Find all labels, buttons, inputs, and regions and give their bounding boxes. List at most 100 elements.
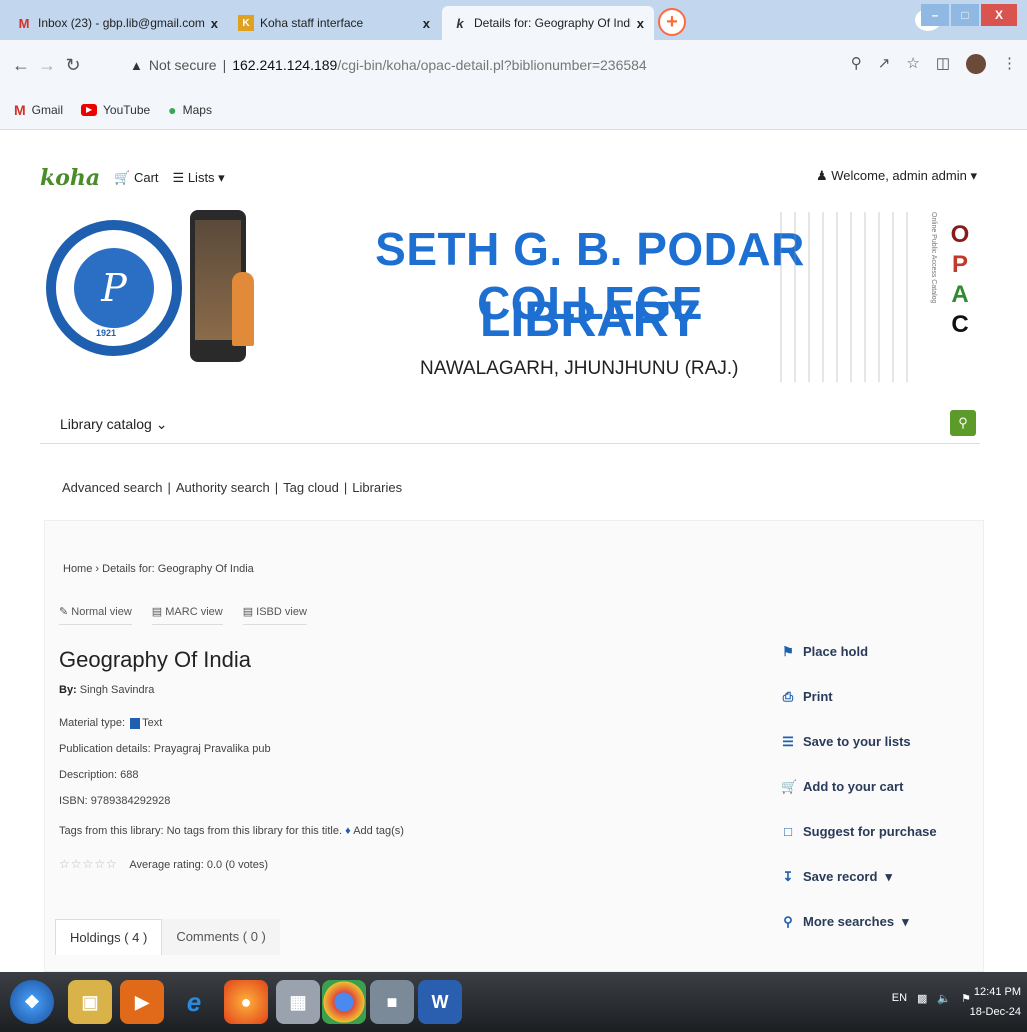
save-to-lists-button[interactable]: ☰ Save to your lists — [781, 719, 971, 764]
menu-icon[interactable]: ⋮ — [1002, 54, 1017, 74]
sidepanel-icon[interactable]: ◫ — [936, 54, 950, 74]
maximize-button[interactable]: □ — [951, 4, 979, 26]
libraries-link[interactable]: Libraries — [352, 480, 402, 495]
word-icon[interactable]: W — [418, 980, 462, 1024]
close-tab-icon[interactable]: x — [211, 16, 218, 31]
firefox-icon[interactable]: ● — [224, 980, 268, 1024]
action-label: More searches — [803, 914, 895, 929]
cart-link[interactable]: 🛒 Cart — [114, 170, 158, 186]
welcome-user-menu[interactable]: ♟ Welcome, admin admin ▾ — [816, 168, 977, 184]
material-type-line: Material type: Text — [59, 717, 162, 729]
advanced-search-link[interactable]: Advanced search — [62, 480, 162, 495]
add-to-cart-button[interactable]: 🛒 Add to your cart — [781, 764, 971, 809]
forward-icon[interactable]: → — [34, 55, 60, 76]
save-record-dropdown[interactable]: ↧ Save record ▾ — [781, 854, 971, 899]
action-label: Suggest for purchase — [803, 824, 937, 839]
action-label: Place hold — [803, 644, 869, 659]
tab-label: Details for: Geography Of India — [474, 16, 631, 30]
bookmark-youtube[interactable]: ▶ YouTube — [81, 103, 150, 117]
bookmark-label: Maps — [182, 102, 212, 117]
media-player-icon[interactable]: ▶ — [120, 980, 164, 1024]
publication-value[interactable]: Prayagraj Pravalika pub — [154, 743, 271, 755]
suggest-purchase-button[interactable]: □ Suggest for purchase — [781, 809, 971, 854]
cart-icon: 🛒 — [781, 778, 798, 794]
isbn-label: ISBN: — [59, 795, 88, 807]
internet-explorer-icon[interactable]: e — [172, 980, 216, 1024]
koha-logo[interactable]: koha — [40, 165, 100, 191]
description-line: Description: 688 — [59, 769, 139, 781]
url-path: /cgi-bin/koha/opac-detail.pl?biblionumbe… — [337, 57, 647, 73]
close-window-button[interactable]: X — [981, 4, 1017, 26]
tags-label: Tags from this library: — [59, 825, 164, 837]
search-links: Advanced search | Authority search | Tag clo… — [62, 480, 403, 495]
system-clock[interactable]: 12:41 PM 18-Dec-24 — [970, 982, 1021, 1022]
warning-icon: ▲ — [130, 57, 143, 73]
tag-icon: ♦ — [345, 825, 351, 837]
rating-stars[interactable]: ☆☆☆☆☆ — [59, 857, 118, 871]
language-indicator[interactable]: EN — [892, 992, 907, 1005]
print-icon: ⎙ — [782, 688, 794, 704]
download-icon: ↧ — [782, 868, 794, 884]
map-pin-icon: ● — [168, 101, 177, 118]
tab-gmail[interactable]: M Inbox (23) - gbp.lib@gmail.com x — [6, 6, 228, 40]
tab-label: Inbox (23) - gbp.lib@gmail.com — [38, 16, 205, 30]
bookmark-maps[interactable]: ● Maps — [168, 102, 212, 118]
opac-letters: O P A C — [948, 220, 972, 340]
back-icon[interactable]: ← — [8, 55, 34, 76]
tags-value: No tags from this library for this title… — [166, 825, 343, 837]
profile-avatar[interactable] — [966, 54, 986, 74]
close-tab-icon[interactable]: x — [423, 16, 430, 31]
clock-date: 18-Dec-24 — [969, 1006, 1021, 1018]
opac-letter-o: O — [950, 221, 970, 248]
book-icon — [130, 717, 141, 729]
add-tags-link[interactable]: Add tag(s) — [353, 825, 404, 837]
tab-details[interactable]: k Details for: Geography Of India x — [442, 6, 654, 40]
marc-view-link[interactable]: ▤ MARC view — [151, 605, 223, 625]
bookmark-gmail[interactable]: M Gmail — [14, 102, 63, 118]
reload-icon[interactable]: ↻ — [60, 55, 86, 76]
zoom-icon[interactable]: ⚲ — [851, 54, 862, 74]
new-tab-button[interactable]: + — [658, 8, 686, 36]
rating-text: Average rating: 0.0 (0 votes) — [129, 859, 269, 871]
volume-icon[interactable]: 🔈 — [937, 992, 951, 1005]
close-tab-icon[interactable]: x — [637, 16, 644, 31]
share-icon[interactable]: ↗ — [878, 54, 891, 74]
more-searches-dropdown[interactable]: ⚲ More searches ▾ — [781, 899, 971, 944]
minimize-button[interactable]: – — [921, 4, 949, 26]
opac-letter-p: P — [951, 251, 968, 278]
library-banner: P 1921 SETH G. B. PODAR COLLEGE LIBRARY … — [40, 202, 990, 402]
seal-year: 1921 — [96, 328, 117, 338]
system-tray: EN ▩ 🔈 ⚑ — [892, 992, 971, 1005]
author-link[interactable]: Singh Savindra — [80, 684, 155, 696]
snipping-tool-icon[interactable]: ■ — [370, 980, 414, 1024]
catalog-select[interactable]: Library catalog ⌄ — [60, 416, 167, 433]
authority-search-link[interactable]: Authority search — [176, 480, 270, 495]
tab-koha-staff[interactable]: K Koha staff interface x — [228, 6, 440, 40]
browser-tools: ⚲ ↗ ☆ ◫ ⋮ — [851, 54, 1017, 74]
opac-letter-c: C — [951, 311, 969, 338]
lists-menu[interactable]: ☰ Lists ▾ — [173, 170, 225, 186]
isbd-view-link[interactable]: ▤ ISBD view — [242, 605, 307, 625]
opac-page: koha 🛒 Cart ☰ Lists ▾ ♟ Welcome, admin a… — [0, 130, 1027, 972]
start-button[interactable]: ❖ — [10, 980, 54, 1024]
tab-holdings[interactable]: Holdings ( 4 ) — [55, 919, 163, 955]
action-label: Add to your cart — [803, 779, 904, 794]
print-button[interactable]: ⎙ Print — [781, 674, 971, 719]
tab-comments[interactable]: Comments ( 0 ) — [162, 919, 280, 955]
search-icon: ⚲ — [958, 415, 968, 430]
tag-cloud-link[interactable]: Tag cloud — [283, 480, 339, 495]
calculator-icon[interactable]: ▦ — [276, 980, 320, 1024]
normal-view-link[interactable]: ✎ Normal view — [59, 605, 132, 625]
search-button[interactable]: ⚲ — [950, 410, 976, 436]
star-icon[interactable]: ☆ — [906, 54, 919, 74]
chevron-down-icon: ⌄ — [155, 416, 168, 432]
record-tabs: Holdings ( 4 ) Comments ( 0 ) — [55, 919, 280, 955]
koha-k-icon: k — [456, 15, 464, 31]
url-bar[interactable]: ▲ Not secure | 162.241.124.189 /cgi-bin/… — [130, 48, 890, 82]
place-hold-button[interactable]: ⚑ Place hold — [781, 629, 971, 674]
file-explorer-icon[interactable]: ▣ — [68, 980, 112, 1024]
record-detail-panel: Home › Details for: Geography Of India ✎… — [44, 520, 984, 972]
network-icon[interactable]: ▩ — [917, 992, 927, 1005]
breadcrumb-home[interactable]: Home — [63, 563, 92, 575]
chrome-icon[interactable] — [322, 980, 366, 1024]
